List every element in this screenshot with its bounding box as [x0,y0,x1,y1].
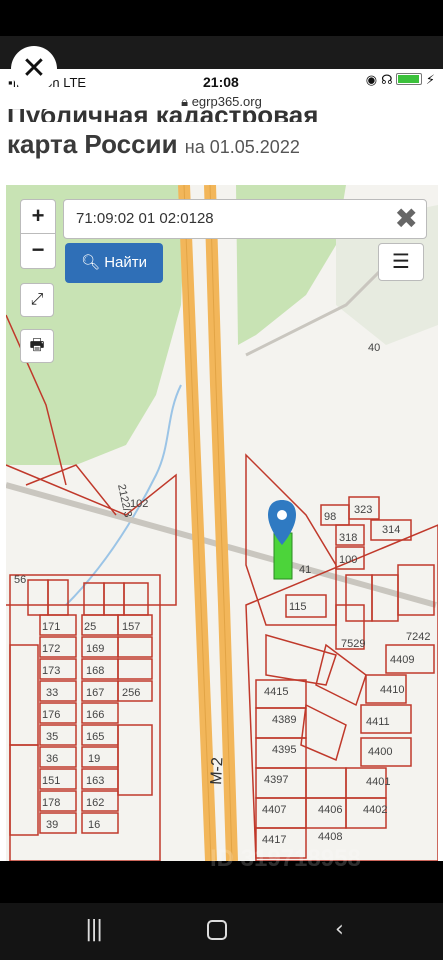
menu-button[interactable]: ☰ [378,243,424,281]
label-4397: 4397 [264,774,288,786]
status-icons: ◉ ☊ ⚡ [365,73,435,88]
label-166: 166 [86,709,104,721]
android-nav-bar: ||| ‹ [0,903,443,960]
label-56: 56 [14,574,26,586]
label-4410: 4410 [380,684,404,696]
label-4406: 4406 [318,804,342,816]
label-7242: 7242 [406,631,430,643]
hamburger-icon: ☰ [392,249,410,273]
label-33: 33 [46,687,58,699]
zoom-in-button[interactable]: + [20,199,56,235]
label-157: 157 [122,621,140,633]
label-162: 162 [86,797,104,809]
label-4400: 4400 [368,746,392,758]
status-time: 21:08 [203,74,239,90]
recents-button[interactable]: ||| [85,917,103,942]
date-label: на 01.05.2022 [184,137,300,157]
label-41: 41 [299,564,311,576]
label-173: 173 [42,665,60,677]
label-165: 165 [86,731,104,743]
label-256: 256 [122,687,140,699]
label-151: 151 [42,775,60,787]
label-35: 35 [46,731,58,743]
label-39: 39 [46,819,58,831]
fullscreen-button[interactable]: ⤢ [20,283,54,317]
label-7529: 7529 [341,638,365,650]
print-button[interactable]: 🖶 [20,329,54,363]
lock-icon: 🔒︎ [181,94,189,109]
highway-edge-1 [183,185,212,861]
printer-icon: 🖶 [29,335,45,354]
find-button-label: Найти [104,254,148,271]
back-button[interactable]: ‹ [335,917,344,942]
label-172: 172 [42,643,60,655]
label-4409: 4409 [390,654,414,666]
home-button[interactable] [207,917,227,946]
top-black-bar [0,0,443,36]
label-4395: 4395 [272,744,296,756]
label-168: 168 [86,665,104,677]
label-40: 40 [368,342,380,354]
watermark: ID 319718958 [210,845,361,872]
viewer-dark-band [0,36,443,69]
road-label: M-2 [208,757,226,786]
search-icon: 🔍︎ [80,254,101,271]
label-98: 98 [324,511,336,523]
label-100: 100 [339,554,357,566]
battery-icon [395,73,422,85]
page-title-text: карта России [7,129,178,159]
label-4401: 4401 [366,776,390,788]
status-bar: ▪ıl gaFon LTE 21:08 ◉ ☊ ⚡ [0,69,443,93]
label-169: 169 [86,643,104,655]
label-25: 25 [84,621,96,633]
label-4407: 4407 [262,804,286,816]
label-178: 178 [42,797,60,809]
home-icon [207,920,227,940]
map-canvas: 40 102 2122/3 41 98 323 318 314 100 115 … [6,185,438,861]
label-19: 19 [88,753,100,765]
url-text: egrp365.org [191,94,262,109]
label-115: 115 [289,601,307,613]
label-167: 167 [86,687,104,699]
label-171: 171 [42,621,60,633]
label-4411: 4411 [366,716,390,728]
close-button[interactable]: ✕ [11,46,57,92]
label-314: 314 [382,524,400,536]
url-bar[interactable]: 🔒︎ egrp365.org [0,94,443,110]
cadastral-map[interactable]: 40 102 2122/3 41 98 323 318 314 100 115 … [6,185,438,861]
clear-search-icon[interactable]: ✖ [395,202,418,235]
label-4408: 4408 [318,831,342,843]
label-36: 36 [46,753,58,765]
label-323: 323 [354,504,372,516]
label-163: 163 [86,775,104,787]
label-318: 318 [339,532,357,544]
search-input[interactable]: 71:09:02 01 02:0128 ✖ [63,199,427,239]
screenshot-page: ▪ıl gaFon LTE 21:08 ◉ ☊ ⚡ 🔒︎ egrp365.org… [0,69,443,861]
find-button[interactable]: 🔍︎ Найти [65,243,163,283]
page-title: карта России на 01.05.2022 [7,129,300,160]
label-176: 176 [42,709,60,721]
zoom-out-button[interactable]: − [20,233,56,269]
fullscreen-icon: ⤢ [30,289,44,308]
label-4389: 4389 [272,714,296,726]
label-4402: 4402 [363,804,387,816]
label-16: 16 [88,819,100,831]
search-value: 71:09:02 01 02:0128 [76,210,214,227]
page-title-cut: Публичная кадастровая [7,109,318,122]
label-4415: 4415 [264,686,288,698]
